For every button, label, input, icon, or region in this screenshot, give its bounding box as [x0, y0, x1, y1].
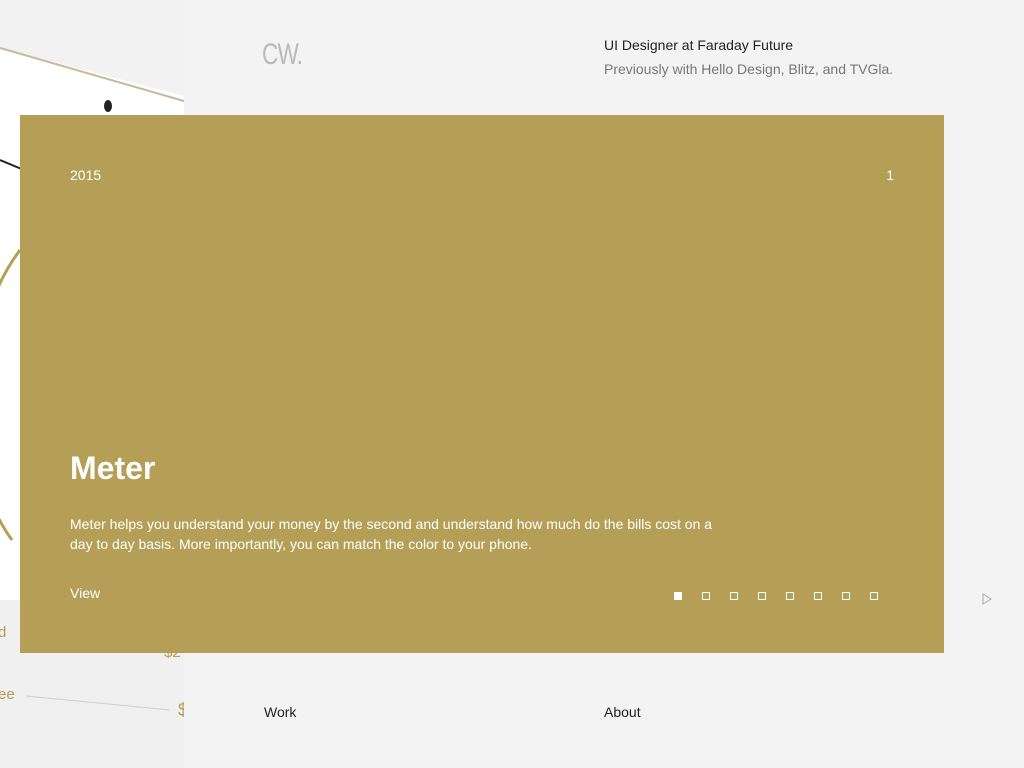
view-project-link[interactable]: View: [70, 585, 100, 601]
slide-pagination: [674, 592, 878, 600]
pagination-dot-4[interactable]: [758, 592, 766, 600]
pagination-dot-2[interactable]: [702, 592, 710, 600]
pagination-dot-6[interactable]: [814, 592, 822, 600]
pagination-dot-8[interactable]: [870, 592, 878, 600]
next-arrow-icon[interactable]: [982, 592, 992, 610]
preview-text-1: d: [0, 624, 7, 641]
project-title: Meter: [70, 450, 156, 486]
intro-role: UI Designer at Faraday Future: [604, 37, 794, 53]
pagination-dot-1[interactable]: [674, 592, 682, 600]
pagination-dot-5[interactable]: [786, 592, 794, 600]
project-year: 2015: [70, 167, 102, 183]
project-index: 1: [886, 167, 894, 183]
preview-text-4: $: [178, 700, 184, 720]
nav-about-link[interactable]: About: [604, 704, 641, 720]
site-logo[interactable]: CW.: [262, 38, 303, 72]
project-description: Meter helps you understand your money by…: [70, 516, 713, 552]
project-card: 2015 1 Meter Meter helps you understand …: [20, 115, 944, 653]
pagination-dot-7[interactable]: [842, 592, 850, 600]
nav-work-link[interactable]: Work: [264, 704, 296, 720]
preview-text-3: ee: [0, 686, 15, 703]
intro-previous: Previously with Hello Design, Blitz, and…: [604, 61, 894, 77]
pagination-dot-3[interactable]: [730, 592, 738, 600]
